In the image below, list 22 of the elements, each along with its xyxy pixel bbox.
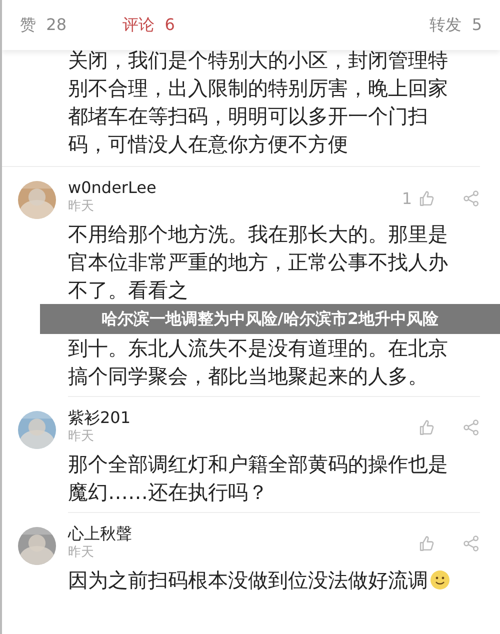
thumbs-up-icon[interactable] xyxy=(418,419,435,436)
comment-time: 昨天 xyxy=(68,544,95,562)
comment-text: 关闭，我们是个特别大的小区，封闭管理特别不合理，出入限制的特别厉害，晚上回家都堵车在等扫码，明明可以多开一个门扫码，可惜没人在意你方便不方便 xyxy=(68,47,449,158)
comment-text: 那个全部调红灯和户籍全部黄码的操作也是魔幻……还在执行吗？ xyxy=(68,451,449,506)
like-count: 1 xyxy=(402,189,412,208)
user-name[interactable]: w0nderLee xyxy=(68,177,156,198)
thumbs-up-icon[interactable] xyxy=(418,190,435,207)
tab[interactable]: 评论 6 xyxy=(120,10,177,40)
share-icon[interactable] xyxy=(463,419,480,436)
share-icon[interactable] xyxy=(463,190,480,207)
comment-text: 到十。东北人流失不是没有道理的。在北京搞个同学聚会，都比当地聚起来的人多。 xyxy=(68,335,449,390)
headline-banner: 哈尔滨一地调整为中风险/哈尔滨市2地升中风险 xyxy=(40,304,500,334)
share-icon[interactable] xyxy=(463,535,480,552)
comment-time: 昨天 xyxy=(68,428,95,446)
tab[interactable]: 赞 28 xyxy=(18,10,69,40)
comment-time: 昨天 xyxy=(68,198,95,216)
user-name[interactable]: 心上秋聲 xyxy=(68,523,132,544)
user-name[interactable]: 紫衫201 xyxy=(68,407,131,428)
comment-text: 因为之前扫码根本没做到位没法做好流调 xyxy=(68,566,460,594)
thumbs-up-icon[interactable] xyxy=(418,535,435,552)
comment-text: 不用给那个地方洗。我在那长大的。那里是官本位非常严重的地方，正常公事不找人办不了。看看之 xyxy=(68,221,449,304)
tab[interactable]: 转发 5 xyxy=(428,10,484,40)
